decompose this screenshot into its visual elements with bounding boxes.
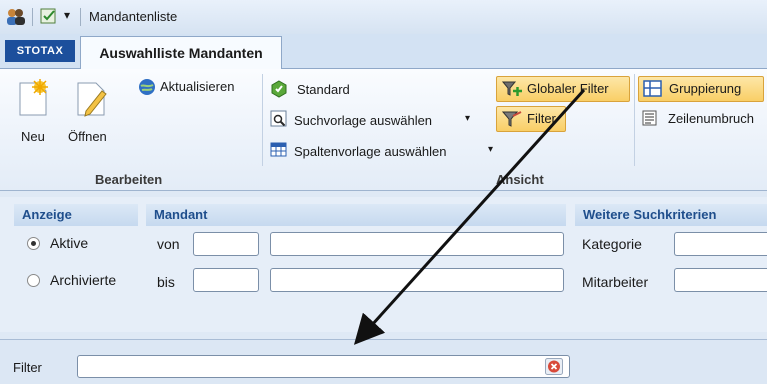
von-label: von — [157, 236, 180, 252]
gruppierung-button[interactable]: Gruppierung — [638, 76, 764, 102]
aktive-label[interactable]: Aktive — [50, 235, 88, 251]
global-filter-icon — [501, 81, 522, 96]
quick-access-icon[interactable] — [40, 7, 58, 28]
ribbon-separator — [634, 74, 635, 166]
column-template-icon — [270, 142, 287, 157]
standard-icon — [271, 80, 287, 98]
aktualisieren-label: Aktualisieren — [160, 79, 235, 94]
refresh-globe-icon — [139, 79, 155, 95]
radio-archivierte[interactable] — [27, 274, 40, 287]
filter-button[interactable]: Filter — [496, 106, 566, 132]
weitere-suchkriterien-header: Weitere Suchkriterien — [575, 204, 767, 226]
filter-icon — [501, 111, 522, 127]
suchvorlage-dropdown[interactable]: Suchvorlage auswählen ▾ — [270, 110, 490, 130]
customize-dropdown-icon[interactable]: ▾ — [64, 8, 70, 22]
suchvorlage-label: Suchvorlage auswählen — [294, 113, 433, 128]
window-title: Mandantenliste — [89, 9, 178, 24]
mandant-von-name-input[interactable] — [270, 232, 564, 256]
ribbon-separator — [262, 74, 263, 166]
bis-label: bis — [157, 274, 175, 290]
standard-label: Standard — [297, 82, 350, 97]
oeffnen-button[interactable]: Öffnen — [64, 79, 120, 151]
gruppierung-label: Gruppierung — [669, 81, 742, 96]
spaltenvorlage-dropdown[interactable]: Spaltenvorlage auswählen ▾ — [270, 142, 500, 162]
filter-input[interactable] — [77, 355, 570, 378]
zeilenumbruch-label: Zeilenumbruch — [668, 111, 754, 126]
chevron-down-icon: ▾ — [488, 144, 494, 155]
globaler-filter-button[interactable]: Globaler Filter — [496, 76, 630, 102]
filter-bar-label: Filter — [13, 360, 42, 375]
users-icon[interactable] — [6, 8, 26, 29]
line-wrap-icon — [642, 110, 657, 126]
grouping-icon — [643, 80, 662, 97]
new-document-icon — [19, 79, 48, 116]
archivierte-label[interactable]: Archivierte — [50, 272, 116, 288]
radio-aktive[interactable] — [27, 237, 40, 250]
oeffnen-label: Öffnen — [68, 129, 107, 144]
mitarbeiter-input[interactable] — [674, 268, 767, 292]
filter-label: Filter — [527, 111, 556, 126]
search-template-icon — [270, 110, 287, 127]
aktualisieren-button[interactable]: Aktualisieren — [138, 78, 258, 98]
standard-button[interactable]: Standard — [268, 80, 378, 100]
kategorie-label: Kategorie — [582, 236, 642, 252]
bearbeiten-group-label: Bearbeiten — [95, 172, 163, 187]
neu-label: Neu — [21, 129, 45, 144]
mandant-bis-name-input[interactable] — [270, 268, 564, 292]
tab-auswahlliste-mandanten[interactable]: Auswahlliste Mandanten — [80, 36, 282, 70]
mandant-header: Mandant — [146, 204, 566, 226]
ansicht-group-label: Ansicht — [496, 172, 544, 187]
neu-button[interactable]: Neu — [14, 79, 54, 151]
globaler-filter-label: Globaler Filter — [527, 81, 609, 96]
spaltenvorlage-label: Spaltenvorlage auswählen — [294, 144, 447, 159]
title-bar: ▾ Mandantenliste — [0, 0, 767, 35]
chevron-down-icon: ▾ — [465, 113, 471, 124]
mitarbeiter-label: Mitarbeiter — [582, 274, 649, 290]
mandant-von-number-input[interactable] — [193, 232, 259, 256]
anzeige-header: Anzeige — [14, 204, 138, 226]
edit-document-icon — [77, 82, 107, 117]
kategorie-input[interactable] — [674, 232, 767, 256]
mandant-bis-number-input[interactable] — [193, 268, 259, 292]
stotax-logo[interactable]: STOTAX — [5, 40, 75, 62]
zeilenumbruch-button[interactable]: Zeilenumbruch — [642, 110, 767, 130]
clear-filter-icon[interactable] — [545, 358, 563, 378]
